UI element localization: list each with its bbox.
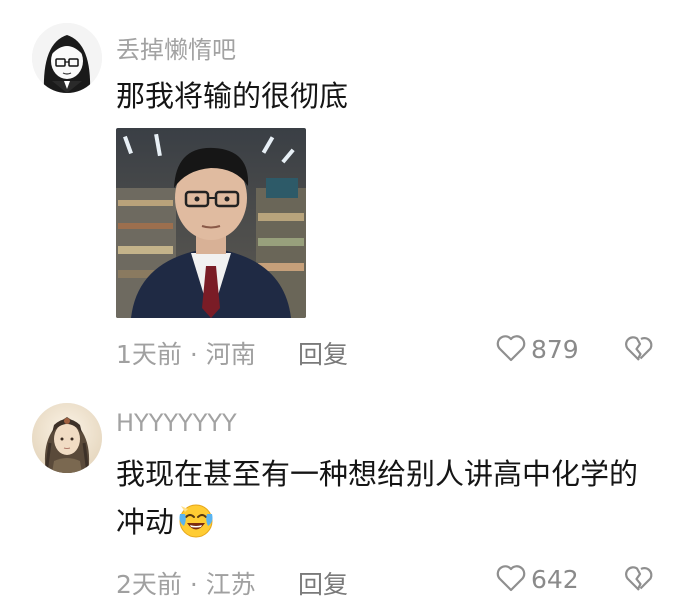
comment-time: 1天前 [116,340,182,369]
username[interactable]: HYYYYYYY [116,409,237,437]
comment-location: 河南 [205,340,256,369]
anime-girl-avatar-icon [32,23,102,93]
heart-icon[interactable] [496,334,526,362]
comment-item: 丢掉懒惰吧 那我将输的很彻底 1天前 · 河南 回复 879 [0,0,690,385]
photo-man-in-supermarket-icon [116,128,306,318]
meta-separator: · [181,570,206,599]
reply-button[interactable]: 回复 [298,565,348,601]
laughing-crying-face-icon [176,500,216,540]
user-avatar[interactable] [32,403,102,473]
like-count: 879 [531,335,579,364]
heart-icon[interactable] [496,564,526,592]
comment-item: HYYYYYYY 我现在甚至有一种想给别人讲高中化学的冲动 2天前 · 江苏 回… [0,385,690,606]
comment-time: 2天前 [116,570,182,599]
like-count: 642 [531,565,579,594]
comment-meta: 2天前 · 江苏 [116,565,256,601]
comment-meta: 1天前 · 河南 [116,335,256,371]
broken-heart-icon[interactable] [624,333,654,363]
comment-text: 那我将输的很彻底 [116,79,349,113]
anime-character-avatar-icon [32,403,102,473]
comment-image[interactable] [116,128,306,318]
broken-heart-icon[interactable] [624,563,654,593]
reply-button[interactable]: 回复 [298,335,348,371]
comment-location: 江苏 [205,570,256,599]
username[interactable]: 丢掉懒惰吧 [116,30,236,65]
user-avatar[interactable] [32,23,102,93]
comment-text: 我现在甚至有一种想给别人讲高中化学的冲动 [116,450,656,546]
meta-separator: · [181,340,206,369]
